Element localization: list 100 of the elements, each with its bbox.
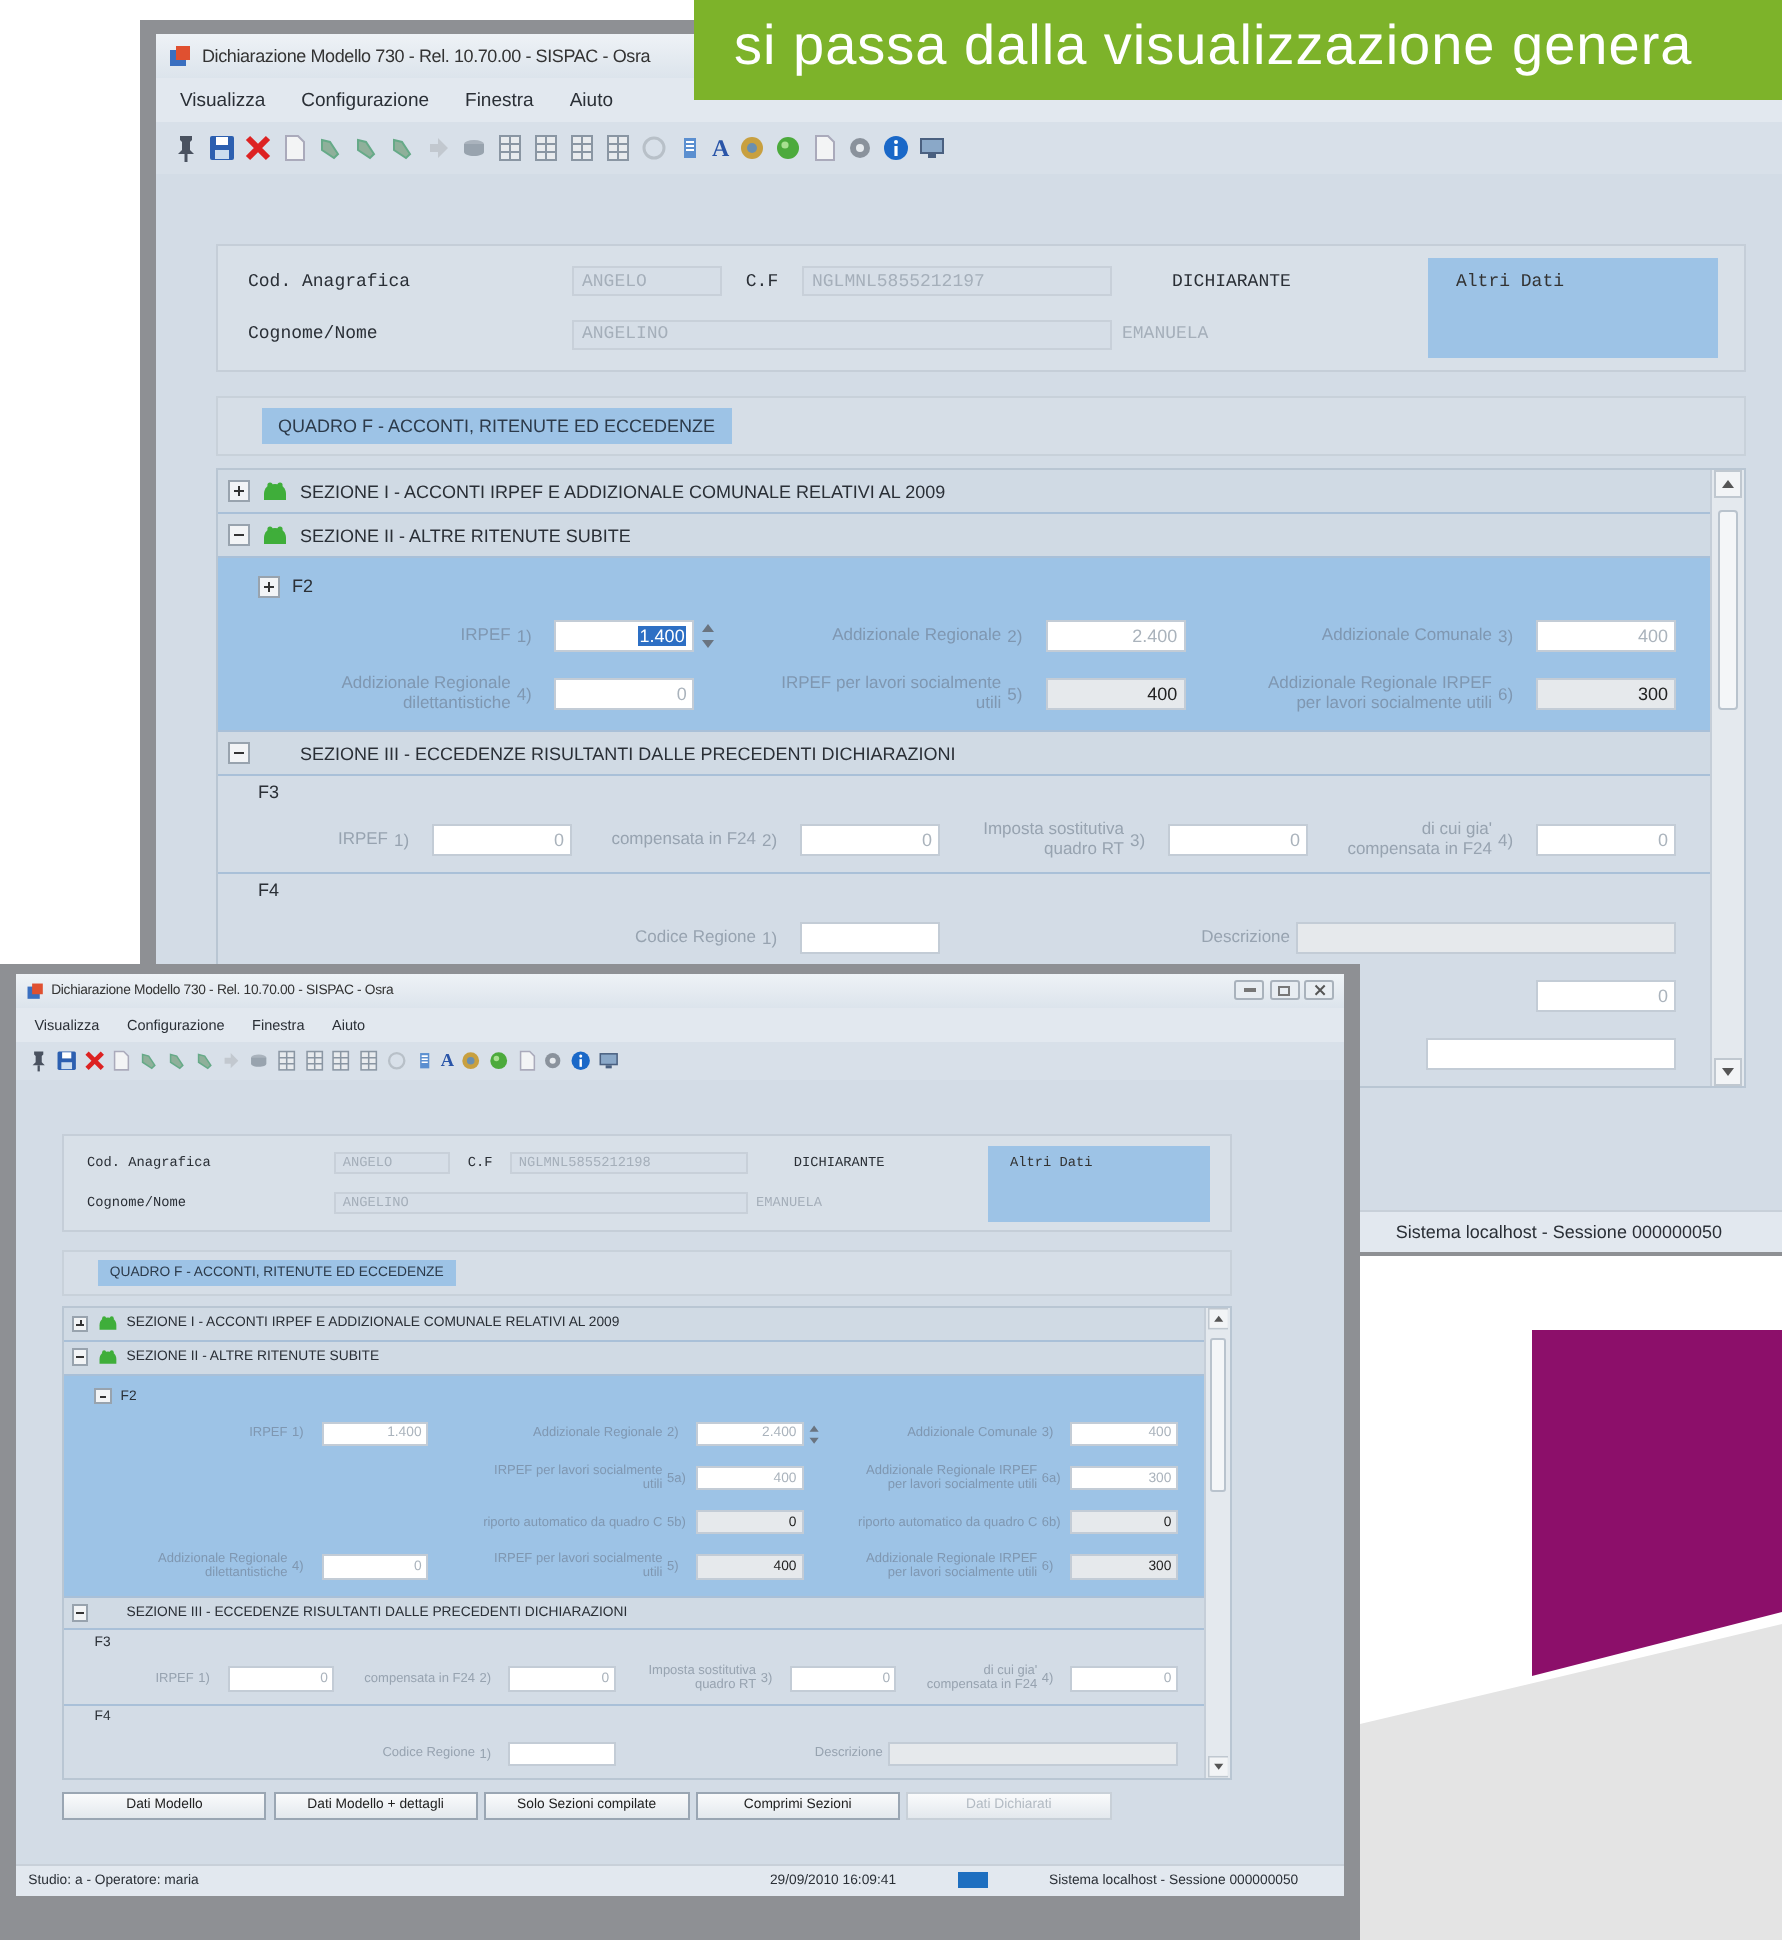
input-field[interactable]: 0 (1536, 979, 1676, 1011)
input-field[interactable]: 0 (800, 823, 940, 855)
scrollbar-thumb[interactable] (1210, 1338, 1226, 1492)
save-icon[interactable] (208, 134, 236, 162)
delete-icon[interactable] (244, 134, 272, 162)
field-label: Descrizione (1201, 927, 1290, 947)
grid-icon[interactable] (604, 134, 632, 162)
input-field[interactable]: 0 (432, 823, 572, 855)
menu-item[interactable]: Configurazione (301, 89, 430, 111)
grid-icon[interactable] (496, 134, 524, 162)
collapse-button[interactable] (228, 742, 250, 764)
gear-icon[interactable] (542, 1050, 565, 1072)
grid-icon[interactable] (275, 1050, 298, 1072)
ring-icon[interactable] (385, 1050, 408, 1072)
scroll-up-button[interactable] (1207, 1307, 1229, 1330)
grid-icon[interactable] (568, 134, 596, 162)
input-field[interactable]: 300 (1535, 677, 1676, 709)
status-text: Sistema localhost - Sessione 000000050 (1395, 1222, 1722, 1242)
menu-item[interactable]: Aiuto (569, 89, 613, 111)
ring-icon[interactable] (640, 134, 668, 162)
field-label: Cod. Anagrafica (248, 271, 413, 292)
maximize-button[interactable] (1269, 980, 1300, 1001)
ball-icon[interactable] (773, 134, 802, 162)
group-label: F3 (256, 780, 282, 806)
page-icon[interactable] (515, 1050, 537, 1072)
font-button[interactable]: A (712, 134, 730, 162)
expand-button[interactable] (71, 1315, 89, 1332)
field-label: compensata in F24 (611, 829, 756, 849)
page-icon[interactable] (809, 134, 838, 162)
font-button[interactable]: A (440, 1050, 455, 1072)
drive-icon[interactable] (460, 134, 488, 162)
collapse-button[interactable] (94, 1387, 112, 1405)
window-title: Dichiarazione Modello 730 - Rel. 10.70.00 - SISPAC - Osra (202, 46, 651, 66)
grid-icon[interactable] (358, 1050, 380, 1072)
grid-icon[interactable] (330, 1050, 353, 1072)
scrollbar-thumb[interactable] (1718, 510, 1738, 710)
section-title: SEZIONE II - ALTRE RITENUTE SUBITE (300, 525, 631, 545)
menu-item[interactable]: Visualizza (180, 89, 266, 111)
input-field[interactable] (1296, 921, 1676, 953)
globe-icon[interactable] (460, 1050, 482, 1072)
scroll-down-button[interactable] (1207, 1756, 1229, 1778)
collapse-button[interactable] (228, 524, 250, 546)
tool-icon[interactable] (165, 1050, 188, 1072)
input-field[interactable]: 0 (554, 677, 695, 709)
ball-icon[interactable] (487, 1050, 510, 1072)
scroll-down-button[interactable] (1714, 1058, 1742, 1086)
field-label: Imposta sostitutiva quadro RT (981, 819, 1124, 859)
monitor-icon[interactable] (917, 134, 946, 162)
input-field[interactable]: 400 (1535, 619, 1676, 651)
delete-icon[interactable] (83, 1050, 105, 1072)
close-button[interactable] (1304, 980, 1335, 1001)
info-icon[interactable] (881, 134, 910, 162)
input-field[interactable]: 400 (1045, 677, 1186, 709)
section-title: SEZIONE I - ACCONTI IRPEF E ADDIZIONALE COMUNALE RELATIVI AL 2009 (300, 481, 946, 501)
field-number: 3) (1130, 829, 1148, 849)
tool-icon[interactable] (193, 1050, 215, 1072)
save-icon[interactable] (55, 1050, 78, 1072)
input-field[interactable]: 2.400 (1045, 619, 1186, 651)
field-label: Codice Regione (635, 927, 756, 947)
input-field[interactable]: 0 (1168, 823, 1308, 855)
field-label: C.F (745, 271, 779, 292)
pin-icon[interactable] (28, 1050, 50, 1072)
monitor-icon[interactable] (597, 1050, 620, 1072)
gear-icon[interactable] (845, 134, 874, 162)
info-icon[interactable] (570, 1050, 592, 1072)
tool-icon[interactable] (316, 134, 344, 162)
grid-icon[interactable] (532, 134, 560, 162)
app-icon (25, 981, 44, 1000)
drive-icon[interactable] (248, 1050, 270, 1072)
expand-button[interactable] (228, 480, 250, 502)
page-icon[interactable] (110, 1050, 133, 1072)
menu-item[interactable]: Finestra (465, 89, 534, 111)
close-icon (1313, 984, 1326, 997)
spinner-icon[interactable] (700, 621, 717, 649)
tool-icon[interactable] (388, 134, 416, 162)
input-field[interactable] (887, 1742, 1178, 1767)
globe-icon[interactable] (737, 134, 766, 162)
group-label: F4 (256, 878, 282, 904)
input-field[interactable] (800, 921, 940, 953)
scroll-up-button[interactable] (1714, 470, 1742, 498)
input-field[interactable] (1426, 1037, 1676, 1069)
field-number: 2) (762, 829, 780, 849)
minimize-button[interactable] (1234, 980, 1265, 1001)
expand-button[interactable] (258, 575, 280, 597)
input-field[interactable]: 1.400 (554, 619, 695, 651)
section-title: SEZIONE III - ECCEDENZE RISULTANTI DALLE PRECEDENTI DICHIARAZIONI (300, 743, 956, 763)
input-field[interactable] (508, 1742, 616, 1767)
grid-icon[interactable] (303, 1050, 325, 1072)
field-number: 1) (762, 927, 780, 947)
tool-icon[interactable] (352, 134, 380, 162)
collapse-button[interactable] (71, 1604, 89, 1622)
page-icon[interactable] (280, 134, 308, 162)
field-label: IRPEF (337, 829, 388, 849)
field-number: 1) (394, 829, 412, 849)
input-field[interactable]: 0 (1536, 823, 1676, 855)
field-number: 4) (1498, 829, 1516, 849)
tool-icon[interactable] (138, 1050, 160, 1072)
collapse-button[interactable] (71, 1348, 89, 1366)
group-label: F2 (292, 576, 314, 596)
quadro-title: QUADRO F - ACCONTI, RITENUTE ED ECCEDENZE (262, 408, 732, 444)
